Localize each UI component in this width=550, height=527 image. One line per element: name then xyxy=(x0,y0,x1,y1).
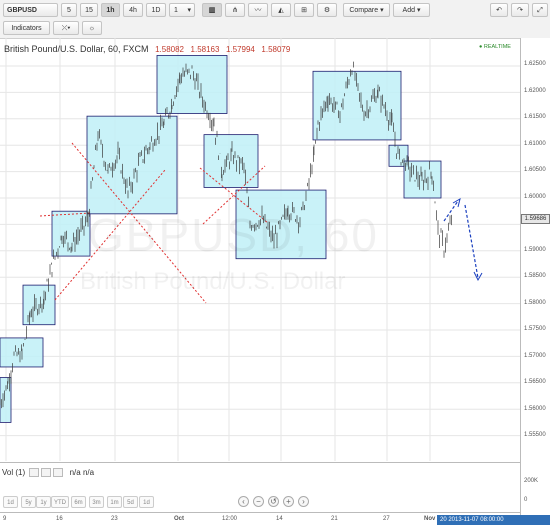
volume-legend: Vol (1) n/a n/a xyxy=(2,468,95,478)
price-tick: 1.57000 xyxy=(524,353,546,359)
lightbulb-icon[interactable]: ☼ xyxy=(82,21,102,35)
time-tick: 23 xyxy=(111,516,118,522)
scroll-left-icon[interactable]: ‹ xyxy=(238,496,249,507)
candles-style-icon[interactable]: ⋔ xyxy=(225,3,245,17)
line-style-icon[interactable]: 〰 xyxy=(248,3,268,17)
price-tick: 1.57500 xyxy=(524,326,546,332)
price-tick: 1.58000 xyxy=(524,300,546,306)
price-tick: 1.62500 xyxy=(524,61,546,67)
gear-icon[interactable]: ⚙ xyxy=(317,3,337,17)
price-tick: 1.56500 xyxy=(524,379,546,385)
chart-legend: British Pound/U.S. Dollar, 60, FXCM 1.58… xyxy=(4,44,290,54)
time-tick: 9 xyxy=(3,516,7,522)
range-button[interactable]: 5y xyxy=(21,496,36,508)
heikin-style-icon[interactable]: ⊞ xyxy=(294,3,314,17)
time-tick: 27 xyxy=(383,516,390,522)
symbol-input[interactable]: GBPUSD xyxy=(3,3,58,17)
area-style-icon[interactable]: ◭ xyxy=(271,3,291,17)
price-tick: 1.62000 xyxy=(524,88,546,94)
add-label: Add xyxy=(402,7,415,14)
chart-toolbar: GBPUSD 5 15 1h 4h 1D 1 ▾ ▥ ⋔ 〰 ◭ ⊞ ⚙ Comp… xyxy=(0,0,550,39)
indicators-button[interactable]: Indicators xyxy=(3,21,50,35)
range-button[interactable]: 5d xyxy=(123,496,138,508)
time-tick: Oct xyxy=(174,516,185,522)
interval-dropdown-value: 1 xyxy=(174,7,178,14)
price-axis[interactable]: 1.62500 1.62000 1.61500 1.61000 1.60500 … xyxy=(520,38,550,516)
time-tick: 14 xyxy=(276,516,283,522)
interval-dropdown[interactable]: 1 ▾ xyxy=(169,3,195,17)
eye-icon[interactable] xyxy=(29,468,40,478)
range-button[interactable]: 3m xyxy=(89,496,104,508)
scroll-right-icon[interactable]: › xyxy=(298,496,309,507)
legend-high: 1.58163 xyxy=(190,45,220,54)
zoom-out-icon[interactable]: − xyxy=(253,496,264,507)
watermark-symbol: GBPUSD, 60 xyxy=(88,209,379,261)
projection-arrow-up xyxy=(443,200,459,222)
last-price-badge: 1.59686 xyxy=(521,214,550,224)
range-button[interactable]: 1d xyxy=(139,496,154,508)
price-tick: 1.59000 xyxy=(524,247,546,253)
price-tick: 1.56000 xyxy=(524,406,546,412)
realtime-label: REALTIME xyxy=(483,44,511,50)
interval-15[interactable]: 15 xyxy=(80,3,98,17)
time-tick: 21 xyxy=(331,516,338,522)
legend-open: 1.58082 xyxy=(155,45,184,54)
range-button[interactable]: 1y xyxy=(36,496,51,508)
drawing-tools-icon[interactable]: ⤫▾ xyxy=(53,21,79,35)
range-button[interactable]: 1m xyxy=(107,496,122,508)
consolidation-box xyxy=(312,70,402,141)
price-tick: 1.55500 xyxy=(524,432,546,438)
range-button[interactable]: 6m xyxy=(71,496,86,508)
time-tick: 16 xyxy=(56,516,63,522)
interval-5[interactable]: 5 xyxy=(61,3,77,17)
price-tick: 1.61000 xyxy=(524,141,546,147)
price-tick: 1.58500 xyxy=(524,273,546,279)
price-tick: 1.61500 xyxy=(524,114,546,120)
volume-axis-tick: 0 xyxy=(524,497,528,503)
consolidation-box xyxy=(0,337,44,368)
volume-value: n/a n/a xyxy=(69,468,95,477)
bars-style-icon[interactable]: ▥ xyxy=(202,3,222,17)
projection-arrow-down xyxy=(464,204,479,279)
chart-legend-title: British Pound/U.S. Dollar, 60, FXCM xyxy=(4,44,149,54)
interval-4h[interactable]: 4h xyxy=(123,3,143,17)
price-tick: 1.60000 xyxy=(524,194,546,200)
redo-icon[interactable]: ↷ xyxy=(511,3,529,17)
undo-icon[interactable]: ↶ xyxy=(490,3,508,17)
settings-icon[interactable] xyxy=(41,468,52,478)
consolidation-box xyxy=(156,55,228,114)
consolidation-box xyxy=(403,160,442,199)
range-button[interactable]: 1d xyxy=(3,496,18,508)
legend-close: 1.58079 xyxy=(261,45,291,54)
volume-label: Vol (1) xyxy=(2,468,26,477)
close-icon[interactable] xyxy=(53,468,64,478)
projection-arrows xyxy=(443,197,483,282)
price-tick: 1.60500 xyxy=(524,167,546,173)
watermark-name: British Pound/U.S. Dollar xyxy=(80,268,346,295)
range-button[interactable]: YTD xyxy=(51,496,69,508)
zoom-in-icon[interactable]: + xyxy=(283,496,294,507)
time-tick: Nov xyxy=(424,516,436,522)
compare-button[interactable]: Compare ▾ xyxy=(343,3,390,17)
time-tick: 12:00 xyxy=(222,516,238,522)
interval-1h[interactable]: 1h xyxy=(101,3,120,17)
interval-1d[interactable]: 1D xyxy=(146,3,166,17)
crosshair-time-label: 20 2013-11-07 08:00:00 xyxy=(437,515,550,525)
realtime-badge: ● REALTIME xyxy=(479,44,511,50)
legend-low: 1.57994 xyxy=(225,45,255,54)
compare-label: Compare xyxy=(349,7,379,14)
reset-icon[interactable]: ↺ xyxy=(268,496,279,507)
add-button[interactable]: Add ▾ xyxy=(393,3,430,17)
consolidation-box xyxy=(86,115,178,215)
chevron-down-icon: ▾ xyxy=(187,7,191,14)
volume-axis-tick: 200K xyxy=(524,478,539,484)
fullscreen-icon[interactable]: ⤢ xyxy=(532,3,548,17)
